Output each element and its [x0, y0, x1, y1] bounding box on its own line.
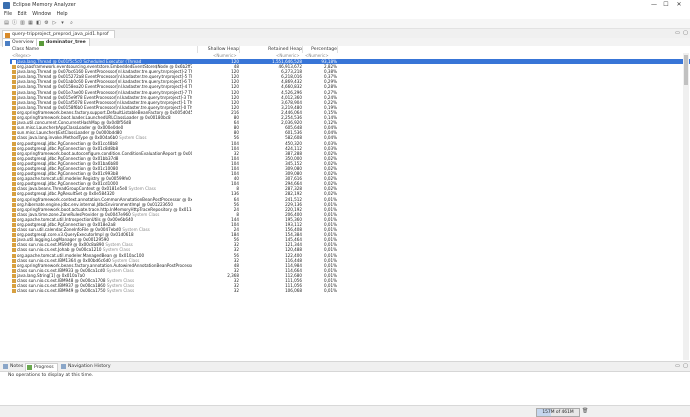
system-class-tag: System Class [106, 288, 135, 294]
class-name-text: class sun.nio.cs.ext.IBM949 @ 0x00ca1750 [17, 288, 106, 294]
garbage-collect-icon[interactable]: 🗑 [582, 408, 589, 415]
eclipse-mat-logo-icon [3, 2, 10, 9]
tab-progress-label: Progress [34, 365, 54, 370]
tab-notes-label: Notes [10, 364, 24, 369]
maximize-button[interactable]: ☐ [661, 1, 671, 9]
column-header-class-name[interactable]: Class Name [12, 46, 198, 53]
oql-icon[interactable]: ◧ [35, 20, 42, 27]
maximize-view-icon[interactable]: ▢ [682, 30, 689, 37]
minimize-button[interactable]: — [649, 1, 659, 9]
menu-help[interactable]: Help [57, 11, 68, 19]
scrollbar-thumb[interactable] [684, 55, 688, 85]
maximize-panel-icon[interactable]: ▢ [682, 363, 689, 370]
window-title: Eclipse Memory Analyzer [13, 2, 76, 8]
dominator-tree-icon[interactable]: ▦ [27, 20, 34, 27]
shallow-heap-cell: 32 [233, 288, 239, 294]
class-name-cell: class sun.nio.cs.ext.IBM949 @ 0x00ca1750… [12, 288, 192, 294]
table-row[interactable]: class sun.nio.cs.ext.IBM949 @ 0x00ca1750… [10, 288, 690, 294]
vertical-scrollbar[interactable] [683, 53, 689, 360]
query-browser-icon[interactable]: ▾ [59, 20, 66, 27]
retained-heap-cell: 106,068 [285, 288, 302, 294]
tab-dominator-tree-label: dominator_tree [46, 40, 86, 45]
editor-subtabs: Overview dominator_tree [0, 38, 690, 47]
tab-progress[interactable]: Progress [25, 363, 58, 371]
editor-tab-label: query-tripproject_preprod_java_pid1.hpro… [12, 32, 109, 37]
heap-status-label: 157M of 461M [542, 410, 574, 415]
tab-navigation-history[interactable]: Navigation History [60, 363, 114, 370]
dominator-tree-table: java.lang.Thread @ 0x01f5c5c0 Scheduled … [10, 59, 690, 360]
percentage-cell: 0,01% [323, 288, 337, 294]
close-button[interactable]: ✕ [674, 1, 684, 9]
heap-dump-icon [5, 32, 10, 38]
overview-icon[interactable]: ⓘ [11, 20, 18, 27]
thread-overview-icon[interactable]: ⚙ [43, 20, 50, 27]
bottom-panel-tabs: Notes Progress Navigation History ▭ ▢ [0, 361, 690, 372]
open-heap-dump-icon[interactable]: ▤ [3, 20, 10, 27]
navigation-history-icon [61, 364, 66, 369]
main-toolbar: ▤ ⓘ ▥ ▦ ◧ ⚙ ▷ ▾ ⌕ [0, 19, 690, 29]
run-report-icon[interactable]: ▷ [51, 20, 58, 27]
progress-message: No operations to display at this time. [8, 373, 94, 378]
dominator-tree-tab-icon [39, 40, 44, 46]
info-icon [5, 40, 10, 46]
tab-overview-label: Overview [12, 40, 34, 45]
histogram-icon[interactable]: ▥ [19, 20, 26, 27]
object-icon [12, 289, 16, 294]
column-header-retained-heap[interactable]: Retained Heap [240, 46, 303, 53]
status-bar: 157M of 461M 🗑 [0, 405, 690, 417]
table-header: Class Name Shallow Heap Retained Heap Pe… [10, 46, 690, 53]
tab-navigation-history-label: Navigation History [68, 364, 111, 369]
minimize-panel-icon[interactable]: ▭ [674, 363, 681, 370]
menu-bar: File Edit Window Help [0, 11, 690, 19]
progress-icon [27, 365, 32, 370]
menu-window[interactable]: Window [32, 11, 51, 19]
menu-file[interactable]: File [4, 11, 12, 19]
tab-notes[interactable]: Notes [2, 363, 26, 370]
notes-icon [3, 364, 8, 369]
find-object-icon[interactable]: ⌕ [68, 20, 75, 27]
column-header-shallow-heap[interactable]: Shallow Heap [199, 46, 240, 53]
minimize-view-icon[interactable]: ▭ [674, 30, 681, 37]
menu-edit[interactable]: Edit [18, 11, 27, 19]
column-header-percentage[interactable]: Percentage [305, 46, 338, 53]
